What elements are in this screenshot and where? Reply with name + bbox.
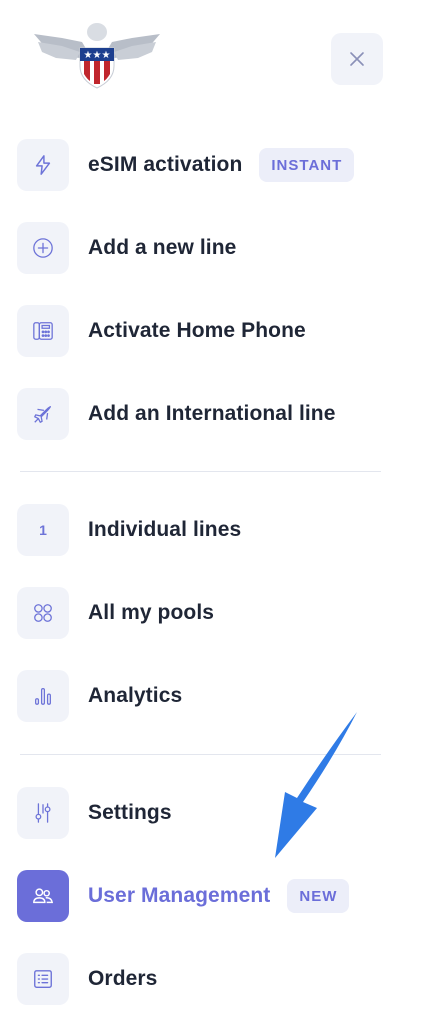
menu-item-label: Analytics [88,684,183,707]
instant-badge: INSTANT [259,148,355,182]
menu-item-label: Orders [88,967,158,990]
menu-item-individual-lines[interactable]: 1 Individual lines [17,504,241,556]
home-phone-icon [17,305,69,357]
menu-item-activate-home-phone[interactable]: Activate Home Phone [17,305,306,357]
menu-item-label: Add a new line [88,236,237,259]
users-icon [17,870,69,922]
menu-item-esim-activation[interactable]: eSIM activation INSTANT [17,139,355,191]
bar-chart-icon [17,670,69,722]
menu-item-analytics[interactable]: Analytics [17,670,182,722]
menu-item-label: User Management [88,884,271,907]
menu-item-user-management[interactable]: User Management NEW [17,870,350,922]
plus-circle-icon [17,222,69,274]
menu-item-label: Individual lines [88,518,242,541]
menu-item-label: All my pools [88,601,215,624]
menu-item-orders[interactable]: Orders [17,953,157,1005]
menu-item-label: Add an International line [88,402,336,425]
close-button[interactable] [331,33,383,85]
menu-item-add-international-line[interactable]: Add an International line [17,388,336,440]
list-icon [17,953,69,1005]
menu-item-label: Activate Home Phone [88,319,306,342]
new-badge: NEW [287,879,350,913]
lightning-icon [17,139,69,191]
menu-item-label: Settings [88,801,172,824]
menu-item-label: eSIM activation [88,153,243,176]
menu-item-add-new-line[interactable]: Add a new line [17,222,236,274]
menu-divider [20,471,381,472]
pointer-arrow-icon [275,712,357,858]
sliders-icon [17,787,69,839]
eagle-shield-logo-icon: ★★★ [34,23,160,89]
pools-icon [17,587,69,639]
menu-item-all-my-pools[interactable]: All my pools [17,587,214,639]
menu-item-settings[interactable]: Settings [17,787,172,839]
brand-logo: ★★★ [32,22,162,90]
svg-text:★★★: ★★★ [84,50,111,61]
airplane-icon [17,388,69,440]
close-icon [350,52,364,66]
line-count-icon: 1 [17,504,69,556]
line-count: 1 [39,522,47,538]
